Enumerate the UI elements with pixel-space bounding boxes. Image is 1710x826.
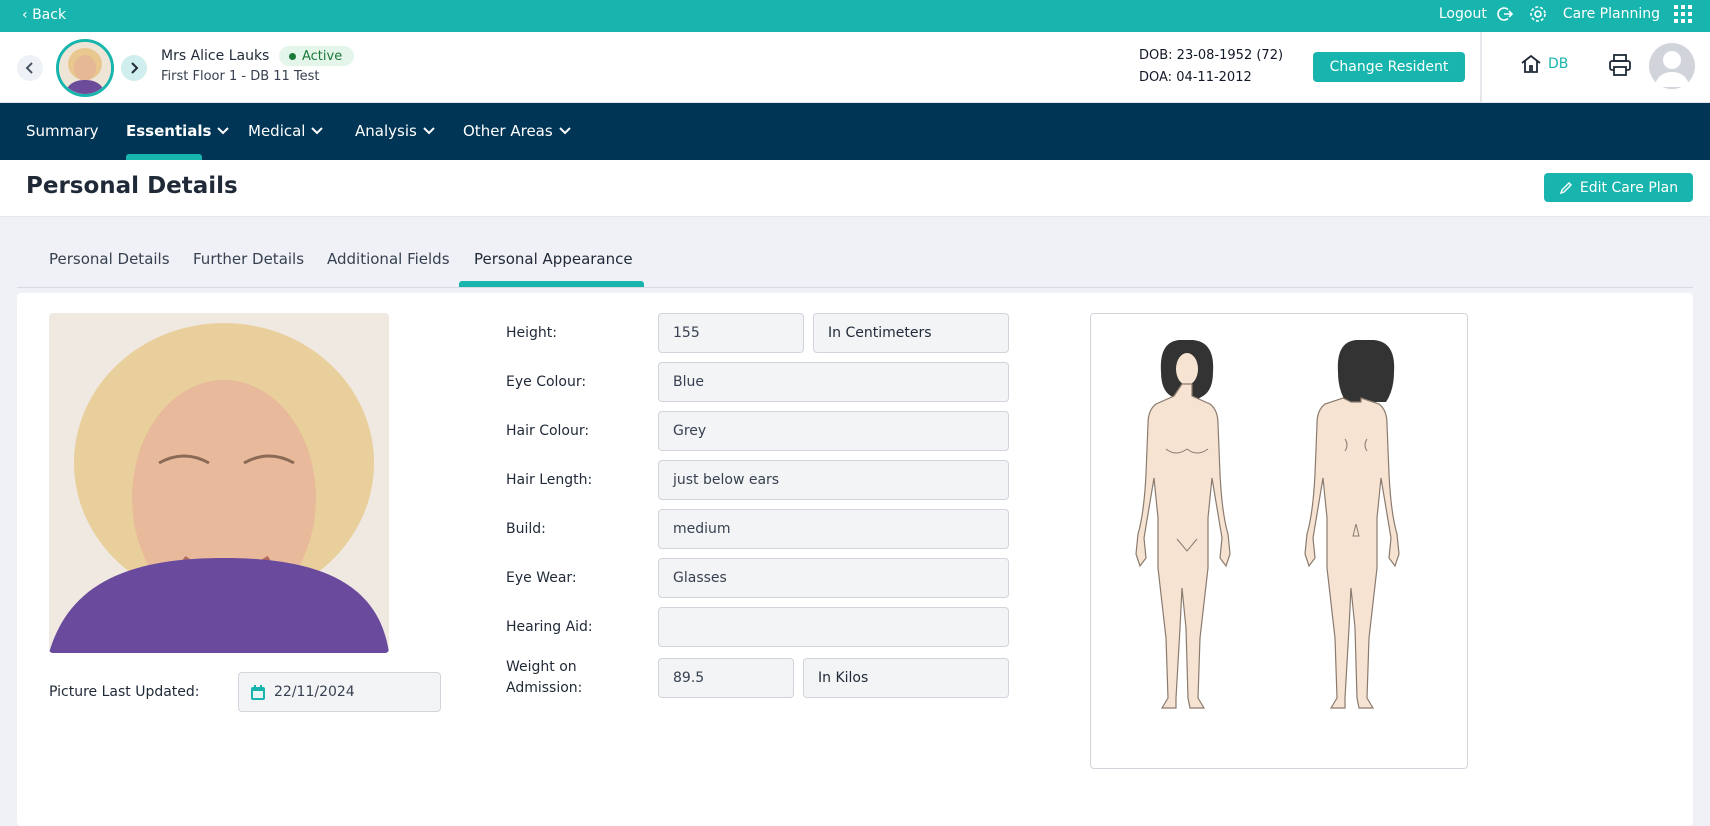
tab-personal-appearance[interactable]: Personal Appearance — [474, 250, 633, 268]
weight-label-line1: Weight on — [506, 659, 577, 675]
picture-date-field[interactable]: 22/11/2024 — [238, 672, 441, 712]
section-tabs: Personal Details Further Details Additio… — [17, 217, 1693, 288]
hearing-aid-label: Hearing Aid: — [506, 619, 593, 635]
nav-label: Essentials — [126, 122, 212, 140]
resident-doa: DOA: 04-11-2012 — [1139, 70, 1252, 85]
back-body-icon — [1304, 340, 1400, 709]
tab-active-indicator — [459, 281, 644, 287]
care-planning-label[interactable]: Care Planning — [1563, 6, 1660, 22]
resident-header: Mrs Alice Lauks Active First Floor 1 - D… — [0, 32, 1710, 103]
tab-personal-details[interactable]: Personal Details — [49, 250, 170, 268]
tab-further-details[interactable]: Further Details — [193, 250, 304, 268]
eye-colour-label: Eye Colour: — [506, 374, 587, 390]
build-label: Build: — [506, 521, 546, 537]
calendar-icon — [251, 684, 265, 700]
weight-input[interactable]: 89.5 — [658, 658, 794, 698]
top-bar: ‹ Back Logout Care Planning — [0, 0, 1710, 32]
nav-label: Analysis — [355, 122, 417, 140]
eye-wear-input[interactable]: Glasses — [658, 558, 1009, 598]
front-body-icon — [1135, 340, 1231, 709]
eye-wear-label: Eye Wear: — [506, 570, 577, 586]
status-badge: Active — [279, 46, 355, 66]
nav-item-analysis[interactable]: Analysis — [355, 122, 435, 140]
home-icon — [1521, 54, 1541, 73]
resident-name: Mrs Alice Lauks — [161, 48, 270, 64]
resident-dob: DOB: 23-08-1952 (72) — [1139, 48, 1284, 63]
nav-label: Medical — [248, 122, 306, 140]
back-link[interactable]: ‹ Back — [22, 7, 66, 23]
user-avatar-icon[interactable] — [1649, 43, 1695, 89]
pencil-icon — [1559, 181, 1572, 194]
body-map-figure[interactable] — [1091, 314, 1467, 768]
edit-care-plan-button[interactable]: Edit Care Plan — [1544, 173, 1693, 202]
header-divider — [1480, 32, 1482, 103]
back-label: Back — [32, 7, 67, 23]
hair-length-input[interactable]: just below ears — [658, 460, 1009, 500]
weight-unit-select[interactable]: In Kilos — [803, 658, 1009, 698]
eye-colour-input[interactable]: Blue — [658, 362, 1009, 402]
print-icon[interactable] — [1608, 54, 1632, 80]
edit-care-plan-label: Edit Care Plan — [1579, 179, 1679, 196]
logout-link[interactable]: Logout — [1439, 6, 1487, 22]
logout-label: Logout — [1438, 6, 1487, 22]
chevron-down-icon — [311, 127, 324, 135]
chevron-right-icon — [131, 62, 139, 74]
personal-appearance-card: Picture Last Updated: 22/11/2024 Height:… — [17, 293, 1693, 826]
nav-label: Summary — [26, 122, 99, 140]
logout-icon[interactable] — [1497, 5, 1515, 23]
nav-item-medical[interactable]: Medical — [248, 122, 324, 140]
resident-photo[interactable] — [49, 313, 389, 653]
next-resident-button[interactable] — [121, 55, 147, 81]
chevron-down-icon — [558, 127, 571, 135]
hair-colour-label: Hair Colour: — [506, 423, 590, 439]
height-unit-select[interactable]: In Centimeters — [813, 313, 1009, 353]
hearing-aid-input[interactable] — [658, 607, 1009, 647]
height-label: Height: — [506, 325, 557, 341]
tab-additional-fields[interactable]: Additional Fields — [327, 250, 450, 268]
hair-length-label: Hair Length: — [506, 472, 593, 488]
chevron-left-icon — [25, 62, 33, 74]
resident-location: First Floor 1 - DB 11 Test — [161, 69, 320, 84]
picture-last-updated-label: Picture Last Updated: — [49, 684, 200, 700]
previous-resident-button[interactable] — [17, 55, 43, 81]
build-input[interactable]: medium — [658, 509, 1009, 549]
nav-label: Other Areas — [463, 122, 553, 140]
status-dot-icon — [289, 52, 296, 60]
resident-avatar — [56, 39, 114, 97]
chevron-down-icon — [423, 127, 435, 135]
picture-date-value: 22/11/2024 — [274, 684, 355, 700]
home-db-link[interactable]: DB — [1520, 54, 1568, 74]
nav-item-summary[interactable]: Summary — [26, 122, 99, 140]
height-input[interactable]: 155 — [658, 313, 804, 353]
change-resident-button[interactable]: Change Resident — [1313, 52, 1465, 82]
hair-colour-input[interactable]: Grey — [658, 411, 1009, 451]
settings-gear-icon[interactable] — [1529, 5, 1547, 23]
apps-grid-icon[interactable] — [1674, 5, 1692, 23]
body-map-panel — [1090, 313, 1468, 769]
chevron-down-icon — [217, 127, 230, 135]
nav-item-other-areas[interactable]: Other Areas — [463, 122, 571, 140]
weight-label-line2: Admission: — [506, 680, 583, 696]
home-db-label: DB — [1548, 56, 1569, 72]
main-navigation: Summary Essentials Medical Analysis Othe… — [0, 103, 1710, 160]
page-title: Personal Details — [26, 173, 238, 199]
status-label: Active — [302, 48, 343, 64]
page-header: Personal Details Edit Care Plan — [0, 160, 1710, 217]
nav-item-essentials[interactable]: Essentials — [126, 122, 230, 140]
